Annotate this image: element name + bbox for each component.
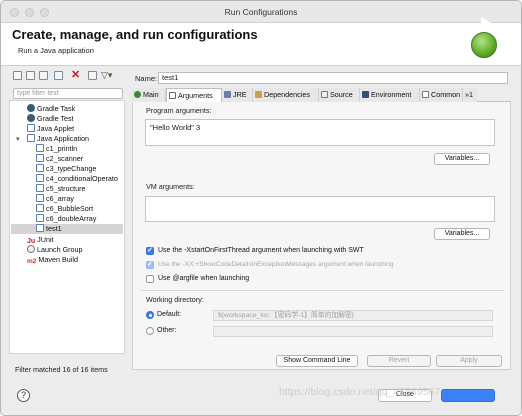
java-config-icon bbox=[36, 164, 44, 172]
title-bar: Run Configurations bbox=[1, 1, 521, 23]
configuration-list-panel: ✕ ▽▾ type filter text Gradle Task Gradle… bbox=[9, 69, 125, 376]
java-config-icon bbox=[36, 224, 44, 232]
tab-jre[interactable]: JRE bbox=[222, 88, 253, 102]
expand-chevron-icon[interactable]: ▾ bbox=[16, 135, 20, 143]
tree-item-config[interactable]: c2_scanner bbox=[36, 154, 83, 164]
dialog-header: Create, manage, and run configurations R… bbox=[1, 23, 521, 66]
other-directory-radio[interactable] bbox=[146, 327, 154, 335]
tab-overflow[interactable]: »1 bbox=[463, 88, 477, 102]
export-configuration-icon[interactable] bbox=[39, 71, 48, 80]
environment-tab-icon bbox=[362, 91, 369, 98]
tree-item-junit[interactable]: Ju JUnit bbox=[27, 235, 54, 245]
filter-status: Filter matched 16 of 16 items bbox=[15, 365, 108, 374]
tree-item-gradle-test[interactable]: Gradle Test bbox=[27, 114, 74, 124]
revert-button[interactable]: Revert bbox=[367, 355, 431, 367]
launch-group-icon bbox=[27, 245, 35, 253]
vm-arguments-label: VM arguments: bbox=[146, 182, 195, 191]
name-label: Name: bbox=[135, 74, 158, 83]
argfile-label: Use @argfile when launching bbox=[158, 275, 250, 282]
tree-item-launch-group[interactable]: Launch Group bbox=[27, 245, 83, 255]
maven-icon: m2 bbox=[27, 258, 37, 265]
tab-main[interactable]: Main bbox=[132, 88, 166, 102]
header-title: Create, manage, and run configurations bbox=[12, 27, 258, 42]
tree-item-config[interactable]: c6_array bbox=[36, 194, 74, 204]
java-config-icon bbox=[36, 154, 44, 162]
arguments-tab-icon bbox=[169, 92, 176, 99]
program-variables-button[interactable]: Variables... bbox=[434, 153, 490, 165]
configuration-editor-panel: Name: test1 Main Arguments JRE Dependenc… bbox=[132, 69, 511, 375]
java-config-icon bbox=[36, 214, 44, 222]
new-prototype-icon[interactable] bbox=[26, 71, 35, 80]
source-tab-icon bbox=[321, 91, 328, 98]
configuration-tree: Gradle Task Gradle Test Java Applet ▾ Ja… bbox=[9, 100, 125, 354]
java-config-icon bbox=[36, 184, 44, 192]
tree-item-java-applet[interactable]: Java Applet bbox=[27, 124, 74, 134]
run-banner-icon bbox=[471, 32, 497, 58]
section-divider bbox=[141, 290, 504, 291]
tree-item-java-application[interactable]: Java Application bbox=[27, 134, 89, 144]
duplicate-configuration-icon[interactable] bbox=[54, 71, 63, 80]
argfile-checkbox[interactable] bbox=[146, 275, 154, 283]
gradle-icon bbox=[27, 114, 35, 122]
tree-item-config[interactable]: c6_doubleArray bbox=[36, 214, 96, 224]
tab-environment[interactable]: Environment bbox=[360, 88, 420, 102]
gradle-icon bbox=[27, 104, 35, 112]
dependencies-tab-icon bbox=[255, 91, 262, 98]
filter-input[interactable]: type filter text bbox=[13, 88, 123, 99]
collapse-all-icon[interactable] bbox=[88, 71, 97, 80]
tree-item-config[interactable]: c6_BubbleSort bbox=[36, 204, 93, 214]
arguments-tab-content: Program arguments: "Hello World" 3 Varia… bbox=[132, 102, 511, 370]
other-directory-label: Other: bbox=[157, 327, 177, 334]
watermark: https://blog.csdn.net/qq_46569567 bbox=[279, 386, 441, 398]
check-icon: ✓ bbox=[147, 261, 153, 268]
run-play-icon bbox=[481, 17, 491, 29]
java-applet-icon bbox=[27, 124, 35, 132]
delete-configuration-icon[interactable]: ✕ bbox=[71, 70, 80, 81]
java-config-icon bbox=[36, 204, 44, 212]
tree-item-gradle-task[interactable]: Gradle Task bbox=[27, 104, 75, 114]
apply-button[interactable]: Apply bbox=[436, 355, 502, 367]
tree-item-config[interactable]: c3_typeChange bbox=[36, 164, 96, 174]
common-tab-icon bbox=[422, 91, 429, 98]
program-arguments-label: Program arguments: bbox=[146, 106, 212, 115]
vm-arguments-input[interactable] bbox=[145, 196, 495, 222]
working-directory-label: Working directory: bbox=[146, 295, 204, 304]
xstartonfirstthread-label: Use the -XstartOnFirstThread argument wh… bbox=[158, 247, 364, 254]
default-directory-field: ${workspace_loc:【密码学-1】简单的加解密} bbox=[213, 310, 493, 321]
window-title: Run Configurations bbox=[224, 7, 298, 17]
java-application-icon bbox=[27, 134, 35, 142]
java-config-icon bbox=[36, 174, 44, 182]
default-directory-radio[interactable] bbox=[146, 311, 154, 319]
main-tab-icon bbox=[134, 91, 141, 98]
tree-item-config[interactable]: c1_println bbox=[36, 144, 77, 154]
configuration-toolbar: ✕ ▽▾ bbox=[9, 69, 125, 83]
vm-variables-button[interactable]: Variables... bbox=[434, 228, 490, 240]
check-icon: ✓ bbox=[147, 247, 153, 254]
help-icon[interactable]: ? bbox=[17, 389, 30, 402]
header-subtitle: Run a Java application bbox=[18, 46, 94, 55]
run-configurations-window: Run Configurations Create, manage, and r… bbox=[0, 0, 522, 416]
showcodedetails-label: Use the -XX:+ShowCodeDetailsInExceptionM… bbox=[158, 261, 394, 268]
java-config-icon bbox=[36, 194, 44, 202]
tree-item-config[interactable]: c4_conditionalOperato bbox=[36, 174, 124, 184]
tab-source[interactable]: Source bbox=[319, 88, 360, 102]
tab-common[interactable]: Common bbox=[420, 88, 463, 102]
program-arguments-input[interactable]: "Hello World" 3 bbox=[145, 119, 495, 146]
filter-dropdown-icon[interactable]: ▽▾ bbox=[101, 71, 112, 80]
default-directory-label: Default: bbox=[157, 311, 182, 318]
tab-dependencies[interactable]: Dependencies bbox=[253, 88, 319, 102]
run-button[interactable] bbox=[441, 389, 495, 402]
jre-tab-icon bbox=[224, 91, 231, 98]
new-configuration-icon[interactable] bbox=[13, 71, 22, 80]
junit-icon: Ju bbox=[27, 238, 36, 245]
java-config-icon bbox=[36, 144, 44, 152]
tree-item-maven-build[interactable]: m2 Maven Build bbox=[27, 255, 78, 265]
name-field[interactable]: test1 bbox=[158, 72, 508, 84]
other-directory-field[interactable] bbox=[213, 326, 493, 337]
tab-arguments[interactable]: Arguments bbox=[166, 88, 222, 103]
show-command-line-button[interactable]: Show Command Line bbox=[276, 355, 358, 367]
tree-item-test1-selected[interactable]: test1 bbox=[11, 224, 123, 234]
tree-item-config[interactable]: c5_structure bbox=[36, 184, 86, 194]
configuration-tabs: Main Arguments JRE Dependencies Source E… bbox=[132, 88, 511, 103]
